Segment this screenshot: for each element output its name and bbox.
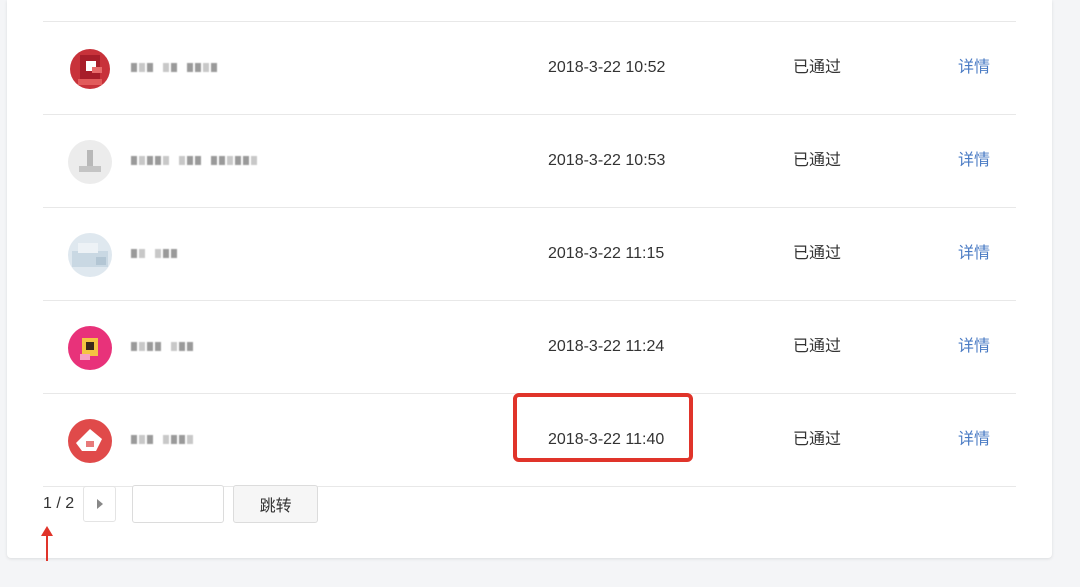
table-row: 2018-3-22 11:24 已通过 详情 <box>43 301 1016 394</box>
detail-link[interactable]: 详情 <box>958 151 990 171</box>
avatar-pink-yellow <box>66 324 114 372</box>
next-page-button[interactable] <box>83 486 117 522</box>
nickname-blurred <box>131 60 225 74</box>
submit-time: 2018-3-22 10:52 <box>548 59 666 76</box>
detail-link[interactable]: 详情 <box>958 337 990 357</box>
highlight-annotation-box <box>513 393 693 462</box>
table-row: 2018-3-22 11:15 已通过 详情 <box>43 208 1016 301</box>
nickname-blurred <box>131 339 201 353</box>
annotation-arrow-icon <box>41 526 53 561</box>
avatar-light-blue <box>66 231 114 279</box>
page-jump-input[interactable] <box>132 485 225 523</box>
submit-time: 2018-3-22 10:53 <box>548 152 666 169</box>
status-text: 已通过 <box>793 59 842 76</box>
status-text: 已通过 <box>793 245 842 262</box>
avatar-default-gray <box>66 138 114 186</box>
caret-right-icon <box>96 499 103 509</box>
detail-link[interactable]: 详情 <box>958 430 990 450</box>
status-text: 已通过 <box>793 431 842 448</box>
table-row: 2018-3-22 10:52 已通过 详情 <box>43 22 1016 115</box>
table-row: 2018-3-22 10:53 已通过 详情 <box>43 115 1016 208</box>
submit-time: 2018-3-22 11:24 <box>548 338 665 355</box>
detail-link[interactable]: 详情 <box>958 244 990 264</box>
status-text: 已通过 <box>793 152 842 169</box>
status-text: 已通过 <box>793 338 842 355</box>
detail-link[interactable]: 详情 <box>958 58 990 78</box>
jump-button[interactable]: 跳转 <box>233 485 319 523</box>
submit-time: 2018-3-22 11:15 <box>548 245 665 262</box>
nickname-blurred <box>131 246 185 260</box>
records-card: 2018-3-22 10:52 已通过 详情 2018-3-22 10:53 已通过 详情… <box>7 0 1052 558</box>
avatar-red-white <box>66 417 114 465</box>
pagination: 1 / 2 跳转 <box>43 484 319 524</box>
page-indicator: 1 / 2 <box>43 495 75 512</box>
nickname-blurred <box>131 153 265 167</box>
avatar-red-square <box>66 45 114 93</box>
nickname-blurred <box>131 432 201 446</box>
